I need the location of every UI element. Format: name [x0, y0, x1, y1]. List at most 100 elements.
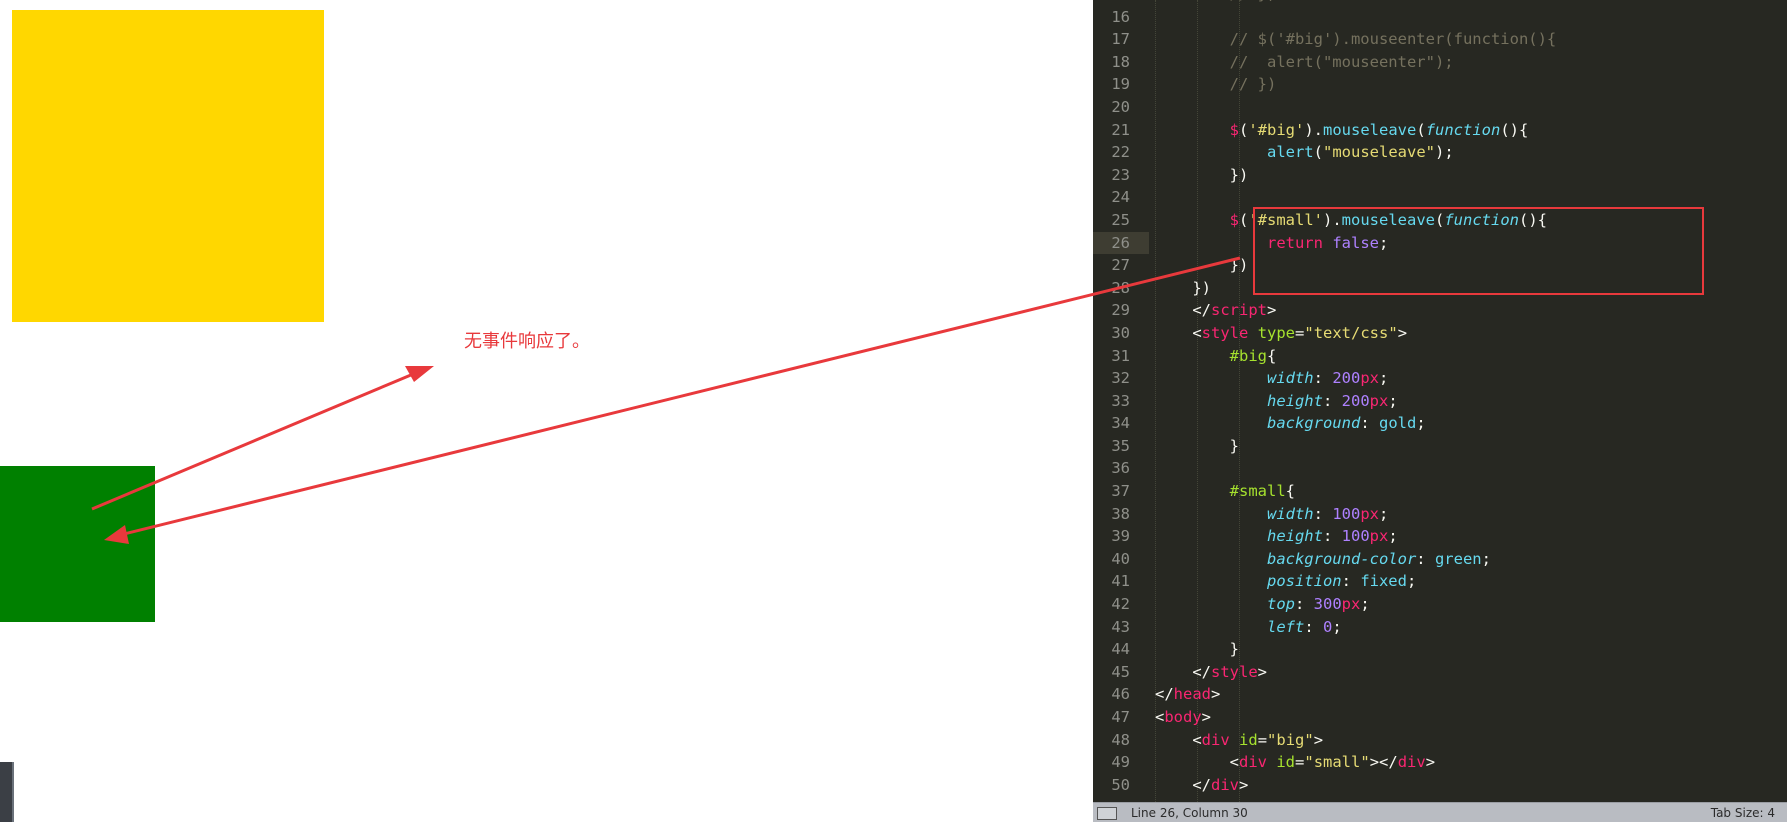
code-line[interactable]: 39 height: 100px; [1093, 525, 1787, 548]
code-line[interactable]: 36 [1093, 457, 1787, 480]
code-token: width [1266, 369, 1314, 388]
line-number: 29 [1111, 301, 1130, 320]
code-line[interactable]: 32 width: 200px; [1093, 367, 1787, 390]
code-line[interactable]: 49 <div id="small"></div> [1093, 751, 1787, 774]
line-code: top: 300px; [1155, 593, 1370, 616]
code-token: > [1239, 775, 1249, 794]
code-line[interactable]: 20 [1093, 96, 1787, 119]
line-number: 24 [1111, 188, 1130, 207]
code-token: < [1155, 708, 1165, 726]
code-token: "mouseleave" [1323, 143, 1435, 162]
code-line[interactable]: 34 background: gold; [1093, 412, 1787, 435]
line-number: 50 [1111, 775, 1130, 794]
code-line[interactable]: 40 background-color: green; [1093, 548, 1787, 571]
code-token: 0 [1322, 617, 1333, 636]
line-code: <div id="small"></div> [1155, 751, 1435, 774]
code-line[interactable]: 16 [1093, 6, 1787, 29]
code-token: < [1155, 323, 1202, 342]
code-token: function [1425, 120, 1501, 139]
code-line[interactable]: 17 // $('#big').mouseenter(function(){ [1093, 28, 1787, 51]
code-token: > [1425, 753, 1436, 772]
code-line[interactable]: 23 }) [1093, 164, 1787, 187]
code-token: ( [1239, 120, 1249, 139]
code-editor[interactable]: 15 // })1617 // $('#big').mouseenter(fun… [1093, 0, 1787, 822]
tab-size-selector[interactable]: Tab Size: 4 [1711, 806, 1775, 820]
code-token: style [1211, 662, 1258, 681]
line-number: 43 [1111, 617, 1130, 636]
line-code: background: gold; [1155, 412, 1426, 435]
code-line[interactable]: 29 </script> [1093, 299, 1787, 322]
line-number: 38 [1111, 504, 1130, 523]
small-div[interactable] [0, 466, 155, 622]
code-token: div [1211, 775, 1239, 794]
code-token: 300 [1313, 595, 1342, 614]
code-token: '#big' [1248, 120, 1305, 139]
code-line[interactable]: 45 </style> [1093, 661, 1787, 684]
line-code: left: 0; [1155, 616, 1342, 639]
code-token: </ [1155, 775, 1211, 794]
code-area[interactable]: 15 // })1617 // $('#big').mouseenter(fun… [1093, 0, 1787, 796]
code-line[interactable]: 47 <body> [1093, 706, 1787, 729]
line-code: #big{ [1155, 345, 1277, 368]
code-line[interactable]: 44 } [1093, 638, 1787, 661]
code-line[interactable]: 33 height: 200px; [1093, 390, 1787, 413]
code-token: { [1285, 482, 1295, 501]
code-token: : [1304, 617, 1323, 636]
code-line[interactable]: 19 // }) [1093, 73, 1787, 96]
line-number: 17 [1111, 30, 1130, 49]
code-line[interactable]: 42 top: 300px; [1093, 593, 1787, 616]
code-token: } [1155, 436, 1239, 455]
line-code: height: 100px; [1155, 525, 1398, 548]
code-token: ; [1360, 595, 1370, 614]
line-number: 41 [1111, 572, 1130, 591]
code-token: px [1341, 595, 1361, 614]
code-token: ></ [1369, 753, 1398, 772]
line-code: width: 200px; [1155, 367, 1388, 390]
code-line[interactable]: 35 } [1093, 435, 1787, 458]
code-line[interactable]: 30 <style type="text/css"> [1093, 322, 1787, 345]
code-line[interactable]: 22 alert("mouseleave"); [1093, 141, 1787, 164]
code-line[interactable]: 41 position: fixed; [1093, 570, 1787, 593]
code-token: type [1257, 323, 1296, 342]
code-token: } [1155, 640, 1239, 659]
line-number: 30 [1111, 323, 1130, 342]
code-line[interactable]: 24 [1093, 186, 1787, 209]
code-token: position [1266, 572, 1342, 591]
code-line[interactable]: 38 width: 100px; [1093, 503, 1787, 526]
big-div[interactable] [12, 10, 324, 322]
code-token: $ [1229, 210, 1239, 229]
code-line[interactable]: 50 </div> [1093, 774, 1787, 797]
code-token: : [1322, 527, 1342, 546]
console-toggle-icon[interactable] [1097, 807, 1117, 820]
code-line[interactable]: 43 left: 0; [1093, 616, 1787, 639]
code-line[interactable]: 21 $('#big').mouseleave(function(){ [1093, 119, 1787, 142]
line-number: 49 [1111, 753, 1130, 772]
line-code: alert("mouseleave"); [1155, 141, 1454, 164]
line-code: height: 200px; [1155, 390, 1398, 413]
code-token: ( [1239, 210, 1249, 229]
code-line[interactable]: 31 #big{ [1093, 345, 1787, 368]
code-token: ( [1416, 120, 1426, 139]
code-line[interactable]: 48 <div id="big"> [1093, 729, 1787, 752]
code-token: }) [1155, 278, 1211, 297]
line-number: 32 [1111, 369, 1130, 388]
code-token: ; [1332, 617, 1342, 636]
code-line[interactable]: 46 </head> [1093, 683, 1787, 706]
line-number: 34 [1111, 414, 1130, 433]
code-line[interactable]: 37 #small{ [1093, 480, 1787, 503]
line-number: 42 [1111, 595, 1130, 614]
code-token: px [1369, 527, 1389, 546]
code-token: : [1416, 549, 1435, 568]
code-token: // }) [1155, 75, 1277, 94]
code-token: height [1266, 527, 1323, 546]
line-number: 20 [1111, 97, 1130, 116]
code-line[interactable]: 18 // alert("mouseenter"); [1093, 51, 1787, 74]
window-edge-handle [0, 762, 14, 822]
line-code: </script> [1155, 299, 1276, 322]
